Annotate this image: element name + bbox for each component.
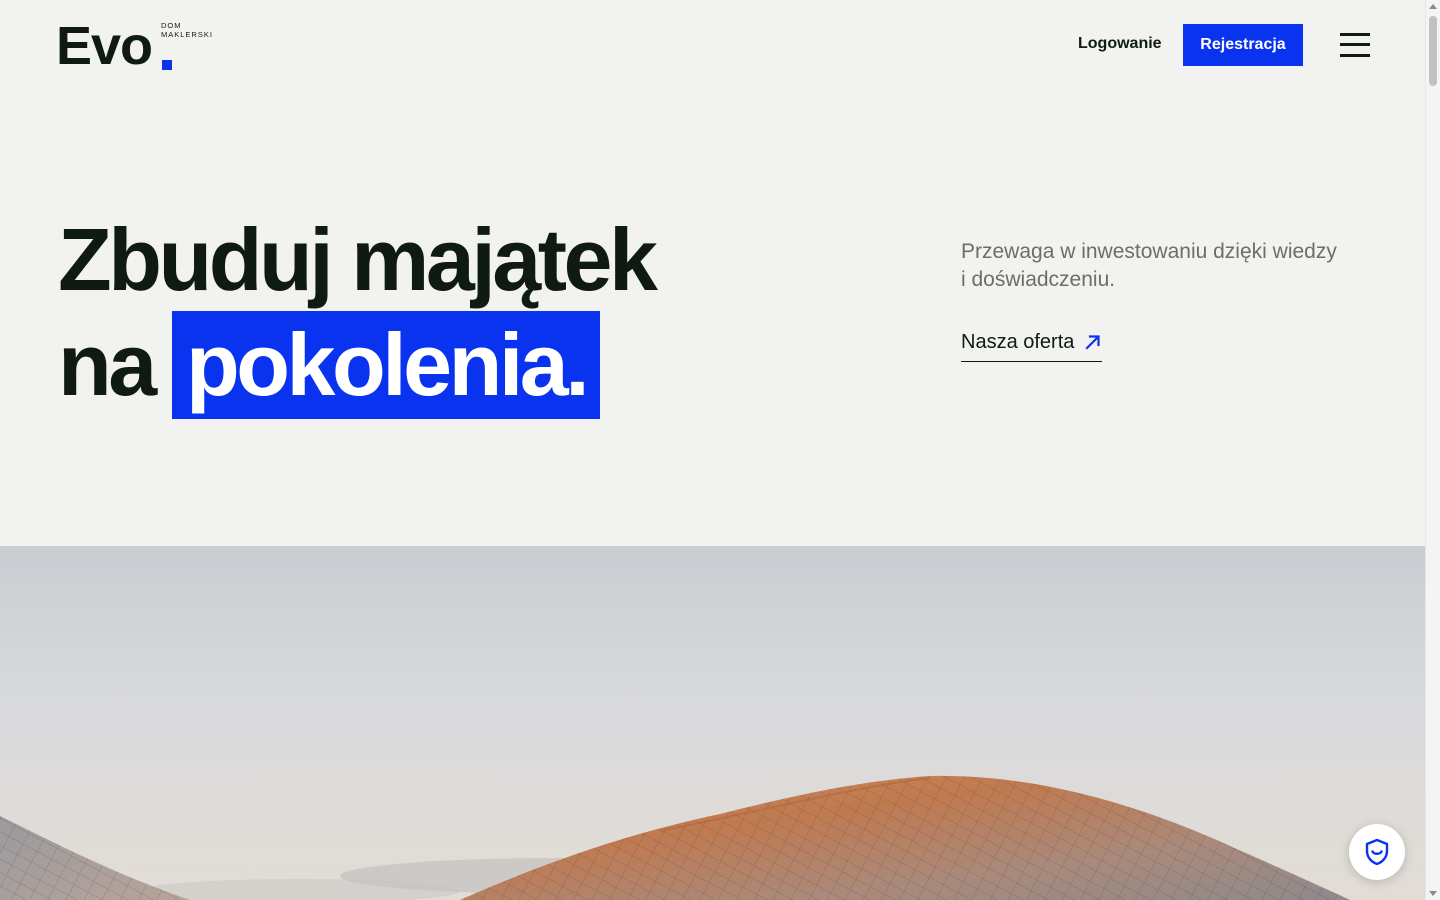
privacy-settings-button[interactable] [1349, 824, 1405, 880]
hero-lead: Przewaga w inwestowaniu dzięki wiedzy i … [961, 238, 1381, 294]
page: Evo DOM MAKLERSKI Logowanie Rejestracja … [0, 0, 1425, 900]
hero-lead-line2: i doświadczeniu. [961, 268, 1116, 291]
hero-image [0, 546, 1425, 900]
logo-wordmark: Evo [56, 16, 153, 76]
logo-subtitle-line2: MAKLERSKI [161, 30, 213, 39]
arrow-up-right-icon [1085, 335, 1100, 350]
shield-icon [1365, 838, 1389, 866]
offer-link-label: Nasza oferta [961, 331, 1075, 353]
hero-lead-line1: Przewaga w inwestowaniu dzięki wiedzy [961, 240, 1337, 263]
headline-line1: Zbuduj majątek [58, 210, 658, 309]
register-button[interactable]: Rejestracja [1183, 24, 1303, 66]
logo-subtitle-line1: DOM [161, 21, 182, 30]
hamburger-menu-icon[interactable] [1340, 31, 1370, 59]
vertical-scrollbar[interactable] [1425, 0, 1440, 900]
login-link[interactable]: Logowanie [1078, 34, 1162, 54]
headline-highlight: pokolenia. [172, 311, 601, 419]
headline-line2: na pokolenia. [58, 311, 601, 419]
logo-dot [162, 60, 172, 70]
scroll-up-arrow-icon[interactable] [1429, 4, 1437, 9]
offer-link[interactable]: Nasza oferta [961, 328, 1103, 362]
logo-subtitle: DOM MAKLERSKI [161, 21, 213, 39]
headline-line2-prefix: na [58, 315, 157, 414]
scroll-down-arrow-icon[interactable] [1429, 891, 1437, 896]
hero-image-art [0, 546, 1425, 900]
scrollbar-thumb[interactable] [1429, 16, 1437, 86]
register-button-label: Rejestracja [1200, 36, 1286, 53]
hero-headline: Zbuduj majątek na pokolenia. [58, 206, 658, 419]
